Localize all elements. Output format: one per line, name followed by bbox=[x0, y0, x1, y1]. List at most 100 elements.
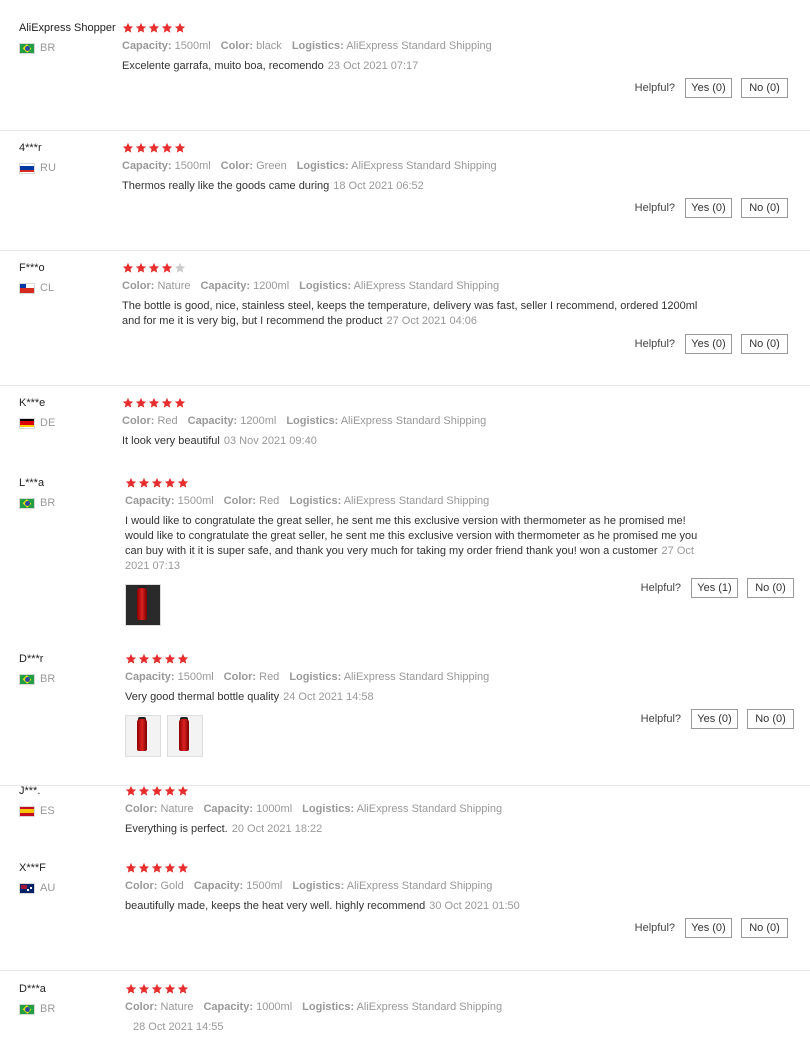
reviewer-info: K***e DE bbox=[19, 397, 124, 429]
review-attribute: Logistics: AliExpress Standard Shipping bbox=[302, 803, 503, 815]
review-attribute: Color: Green bbox=[220, 160, 287, 172]
star-icon bbox=[151, 653, 163, 665]
review-attribute: Capacity: 1200ml bbox=[187, 415, 277, 427]
review-attribute: Logistics: AliExpress Standard Shipping bbox=[289, 671, 490, 683]
reviewer-country: BR bbox=[19, 42, 124, 54]
helpful-yes-button[interactable]: Yes (0) bbox=[685, 198, 732, 218]
helpful-label: Helpful? bbox=[634, 82, 675, 94]
review-body: Color: Gold Capacity: 1500ml Logistics: Al… bbox=[125, 862, 725, 914]
country-code: BR bbox=[40, 497, 56, 509]
review-date: 03 Nov 2021 09:40 bbox=[223, 435, 317, 447]
star-icon bbox=[125, 862, 137, 874]
review-body: Color: Red Capacity: 1200ml Logistics: Ali… bbox=[122, 397, 722, 449]
reviewer-country: RU bbox=[19, 162, 124, 174]
reviewer-country: CL bbox=[19, 282, 124, 294]
country-code: BR bbox=[40, 42, 56, 54]
rating-stars bbox=[125, 653, 725, 665]
review-item: L***a BR Capacity: 1500ml Color: Red Logisti… bbox=[0, 477, 810, 641]
rating-stars bbox=[125, 862, 725, 874]
helpful-yes-button[interactable]: Yes (0) bbox=[685, 78, 732, 98]
review-photo-thumbnail[interactable] bbox=[125, 715, 161, 757]
country-flag-icon bbox=[19, 805, 35, 817]
review-attribute: Color: Red bbox=[223, 671, 280, 683]
country-code: BR bbox=[40, 1003, 56, 1015]
review-date: 18 Oct 2021 06:52 bbox=[333, 180, 424, 192]
star-icon bbox=[135, 142, 147, 154]
review-attribute: Color: Nature bbox=[122, 280, 191, 292]
review-content: Everything is perfect. bbox=[125, 823, 228, 835]
reviewer-info: 4***r RU bbox=[19, 142, 124, 174]
star-icon bbox=[135, 262, 147, 274]
helpful-no-button[interactable]: No (0) bbox=[741, 198, 788, 218]
review-photo-thumbnail[interactable] bbox=[167, 715, 203, 757]
reviewer-name: F***o bbox=[19, 262, 45, 274]
review-body: Color: Nature Capacity: 1000ml Logistics: … bbox=[125, 785, 725, 837]
star-icon bbox=[122, 397, 134, 409]
review-date: 20 Oct 2021 18:22 bbox=[231, 823, 323, 835]
country-code: BR bbox=[40, 673, 56, 685]
country-flag-icon bbox=[19, 882, 35, 894]
star-icon bbox=[122, 262, 134, 274]
review-attribute: Logistics: AliExpress Standard Shipping bbox=[289, 495, 490, 507]
star-icon bbox=[151, 785, 163, 797]
review-text: beautifully made, keeps the heat very we… bbox=[125, 899, 715, 914]
star-icon bbox=[135, 397, 147, 409]
helpful-label: Helpful? bbox=[634, 202, 675, 214]
review-attribute: Capacity: 1500ml bbox=[125, 495, 214, 507]
helpful-no-button[interactable]: No (0) bbox=[741, 334, 788, 354]
review-body: Color: Nature Capacity: 1000ml Logistics: … bbox=[125, 983, 725, 1035]
review-attributes: Capacity: 1500ml Color: Red Logistics: Ali… bbox=[125, 671, 725, 683]
star-icon bbox=[151, 477, 163, 489]
review-attribute: Logistics: AliExpress Standard Shipping bbox=[296, 160, 497, 172]
helpful-yes-button[interactable]: Yes (0) bbox=[685, 334, 732, 354]
review-attributes: Color: Gold Capacity: 1500ml Logistics: Al… bbox=[125, 880, 725, 892]
helpful-label: Helpful? bbox=[640, 582, 681, 594]
review-body: Capacity: 1500ml Color: black Logistics: A… bbox=[122, 22, 722, 74]
review-photo-thumbnail[interactable] bbox=[125, 584, 161, 626]
star-icon bbox=[125, 785, 137, 797]
country-code: CL bbox=[40, 282, 55, 294]
star-icon bbox=[164, 653, 176, 665]
star-icon bbox=[138, 862, 150, 874]
reviewer-country: BR bbox=[19, 1003, 124, 1015]
review-body: Capacity: 1500ml Color: Red Logistics: Ali… bbox=[125, 653, 725, 757]
reviewer-info: L***a BR bbox=[19, 477, 124, 509]
helpful-no-button[interactable]: No (0) bbox=[747, 709, 794, 729]
reviewer-country: ES bbox=[19, 805, 124, 817]
helpful-yes-button[interactable]: Yes (1) bbox=[691, 578, 738, 598]
review-text: I would like to congratulate the great s… bbox=[125, 514, 715, 574]
helpful-yes-button[interactable]: Yes (0) bbox=[691, 709, 738, 729]
helpful-controls: Helpful? Yes (0) No (0) bbox=[635, 334, 788, 354]
review-body: Color: Nature Capacity: 1200ml Logistics: … bbox=[122, 262, 722, 329]
star-icon bbox=[138, 653, 150, 665]
star-icon bbox=[122, 22, 134, 34]
review-attribute: Logistics: AliExpress Standard Shipping bbox=[302, 1001, 503, 1013]
helpful-controls: Helpful? Yes (0) No (0) bbox=[635, 918, 788, 938]
reviewer-info: F***o CL bbox=[19, 262, 124, 294]
reviewer-name: L***a bbox=[19, 477, 45, 489]
review-attributes: Capacity: 1500ml Color: Red Logistics: Ali… bbox=[125, 495, 725, 507]
star-icon bbox=[148, 262, 160, 274]
helpful-controls: Helpful? Yes (0) No (0) bbox=[635, 198, 788, 218]
review-content: Very good thermal bottle quality bbox=[125, 691, 280, 703]
helpful-no-button[interactable]: No (0) bbox=[741, 78, 788, 98]
country-flag-icon bbox=[19, 162, 35, 174]
review-attribute: Logistics: AliExpress Standard Shipping bbox=[299, 280, 500, 292]
helpful-controls: Helpful? Yes (0) No (0) bbox=[635, 78, 788, 98]
star-icon bbox=[161, 142, 173, 154]
helpful-yes-button[interactable]: Yes (0) bbox=[685, 918, 732, 938]
review-attributes: Capacity: 1500ml Color: Green Logistics: A… bbox=[122, 160, 722, 172]
review-text: 28 Oct 2021 14:55 bbox=[129, 1020, 719, 1035]
reviewer-name: D***r bbox=[19, 653, 44, 665]
star-icon bbox=[164, 983, 176, 995]
review-attributes: Color: Nature Capacity: 1000ml Logistics: … bbox=[125, 803, 725, 815]
reviewer-info: D***r BR bbox=[19, 653, 124, 685]
review-body: Capacity: 1500ml Color: Red Logistics: Ali… bbox=[125, 477, 725, 626]
star-icon bbox=[164, 862, 176, 874]
helpful-no-button[interactable]: No (0) bbox=[741, 918, 788, 938]
helpful-no-button[interactable]: No (0) bbox=[747, 578, 794, 598]
review-attribute: Color: Nature bbox=[125, 803, 194, 815]
reviewer-name: 4***r bbox=[19, 142, 42, 154]
review-text: Thermos really like the goods came durin… bbox=[122, 179, 712, 194]
star-icon bbox=[174, 22, 186, 34]
